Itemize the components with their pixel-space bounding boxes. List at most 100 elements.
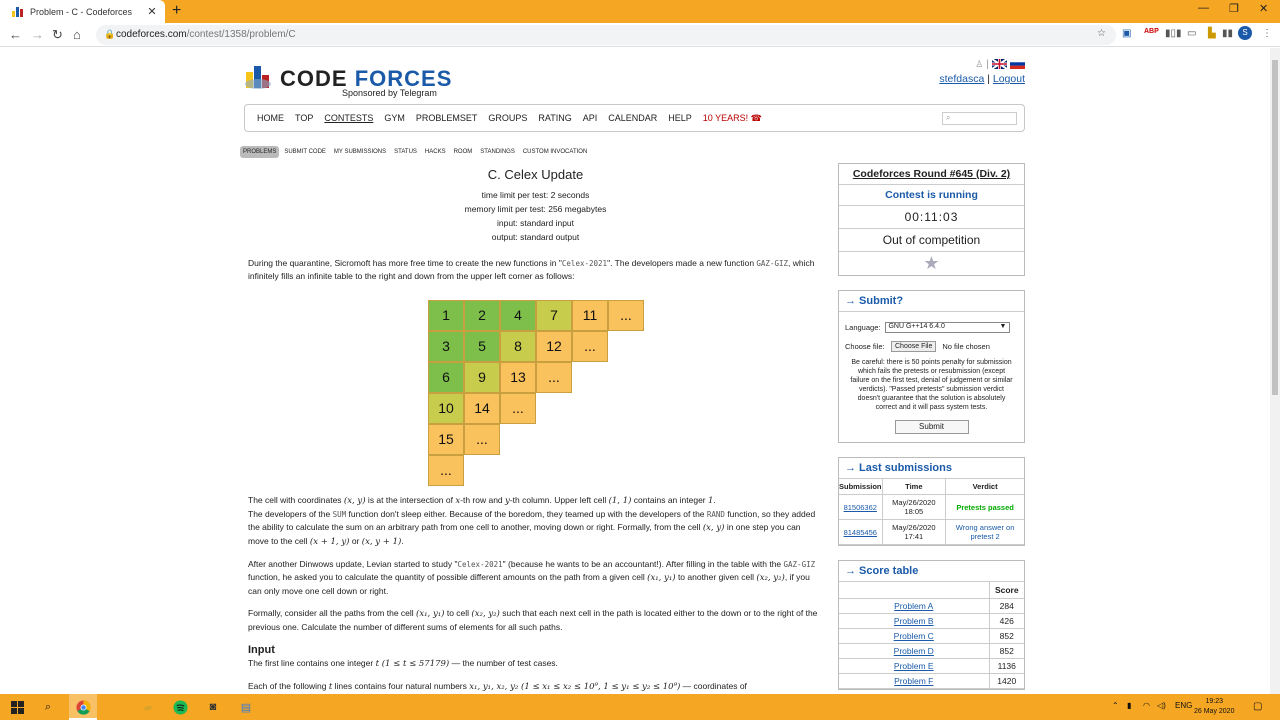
submission-verdict[interactable]: Pretests passed [945,494,1024,520]
menu-help[interactable]: HELP [668,113,692,124]
input-heading: Input [248,644,275,656]
language-select[interactable]: GNU G++14 6.4.0 ▼ [885,322,1011,333]
english-flag-icon[interactable] [991,58,1008,70]
reload-icon[interactable]: ↻ [52,27,63,43]
tray-app-icon[interactable]: ▮ [1127,701,1131,710]
column-header: Time [882,479,947,495]
table-cell: 7 [536,300,572,331]
score-header: Score [989,582,1024,599]
subnav-problems[interactable]: PROBLEMS [240,146,280,158]
main-menu: HOME TOP CONTESTS GYM PROBLEMSET GROUPS … [244,104,1025,132]
maximize-icon[interactable]: ❐ [1229,2,1239,15]
stats-extension-icon[interactable]: ▮▯▮ [1165,28,1182,39]
adblock-icon[interactable]: ABP [1144,28,1159,35]
home-icon[interactable]: ⌂ [73,27,81,42]
menu-home[interactable]: HOME [257,113,284,124]
input-language[interactable]: ENG [1175,701,1192,710]
subnav-status[interactable]: STATUS [391,146,420,158]
notepad-icon[interactable]: ▤ [238,699,254,715]
url-field[interactable]: 🔒 codeforces.com/contest/1358/problem/C [96,25,1116,45]
subnav-standings[interactable]: STANDINGS [477,146,518,158]
subnav-hacks[interactable]: HACKS [422,146,449,158]
tray-arrow-icon[interactable]: ⌃ [1112,701,1119,710]
problem-link[interactable]: Problem A [839,598,990,614]
table-cell: 13 [500,362,536,393]
subnav-custom-invocation[interactable]: CUSTOM INVOCATION [520,146,590,158]
paragraph-levian: After another Dinwows update, Levian sta… [248,559,816,596]
logout-link[interactable]: Logout [993,73,1025,85]
notification-bell-icon[interactable]: ♙ [975,59,983,70]
contest-timer: 00:11:03 [839,206,1024,229]
spotify-icon[interactable] [172,699,188,715]
app-icon[interactable]: ◙ [205,699,221,715]
submission-id-link[interactable]: 81506362 [839,494,883,520]
last-submissions-table: Submission Time Verdict 81506362 May/26/… [839,479,1024,545]
star-icon[interactable]: ★ [839,252,1024,275]
submission-id-link[interactable]: 81485456 [839,519,883,545]
menu-top[interactable]: TOP [295,113,313,124]
clock-date: 26 May 2020 [1194,708,1235,715]
problem-link[interactable]: Problem D [839,643,990,659]
wifi-icon[interactable]: ◠ [1143,701,1150,710]
problem-link[interactable]: Problem F [839,673,990,689]
volume-icon[interactable]: ◁) [1157,701,1166,710]
bars-extension-icon[interactable]: ▮▮ [1222,28,1233,39]
menu-contests[interactable]: CONTESTS [324,113,373,124]
browser-menu-icon[interactable]: ⋮ [1262,28,1272,39]
clock-time: 19:23 [1205,698,1223,705]
menu-10-years[interactable]: 10 YEARS! ☎ [703,113,762,124]
problem-link[interactable]: Problem B [839,613,990,629]
profile-avatar[interactable]: S [1238,26,1252,40]
logo-code-text: CODE [280,66,348,91]
back-icon[interactable]: ← [9,27,22,42]
page-scrollbar[interactable] [1270,48,1280,694]
table-row: Problem A 284 [839,598,1024,614]
minimize-icon[interactable]: — [1198,2,1209,14]
chrome-icon[interactable] [75,699,91,715]
search-icon[interactable]: ⌕ [40,699,56,715]
problem-link[interactable]: Problem E [839,658,990,674]
new-tab-button[interactable]: + [172,2,181,20]
menu-api[interactable]: API [583,113,598,124]
file-explorer-icon[interactable]: ▰ [140,699,156,715]
codeforces-favicon [12,6,24,17]
menu-problemset[interactable]: PROBLEMSET [416,113,478,124]
cast-icon[interactable]: ▭ [1187,28,1196,39]
username-link[interactable]: stefdasca [939,73,984,85]
windows-start-icon[interactable] [9,699,25,715]
extension-icon[interactable]: ▣ [1122,28,1131,39]
table-cell: ... [428,455,464,486]
table-cell: ... [608,300,644,331]
subnav-my-submissions[interactable]: MY SUBMISSIONS [331,146,389,158]
menu-rating[interactable]: RATING [538,113,571,124]
round-title-link[interactable]: Codeforces Round #645 (Div. 2) [839,164,1024,185]
subnav-submit-code[interactable]: SUBMIT CODE [281,146,329,158]
russian-flag-icon[interactable] [1009,58,1026,69]
submit-button[interactable]: Submit [894,420,969,434]
problem-score: 426 [989,613,1024,629]
browser-tab[interactable]: Problem - C - Codeforces ✕ [0,0,165,23]
tab-close-icon[interactable]: ✕ [145,5,159,18]
window-close-icon[interactable]: ✕ [1259,2,1268,15]
problem-link[interactable]: Problem C [839,628,990,644]
scrollbar-thumb[interactable] [1272,60,1278,395]
forward-icon[interactable]: → [31,27,44,42]
input-line-1: The first line contains one integer t (1… [248,658,558,669]
bookmark-star-icon[interactable]: ☆ [1097,28,1106,39]
input-spec: input: standard input [496,218,575,228]
menu-gym[interactable]: GYM [384,113,405,124]
last-submissions-title: → Last submissions [839,458,1024,479]
submission-verdict[interactable]: Wrong answer on pretest 2 [945,519,1024,545]
subnav-room[interactable]: ROOM [451,146,476,158]
table-cell: 11 [572,300,608,331]
table-row: Problem E 1136 [839,658,1024,674]
address-bar: ← → ↻ ⌂ 🔒 codeforces.com/contest/1358/pr… [0,23,1280,47]
search-input[interactable]: ⌕ [942,112,1017,125]
chart-extension-icon[interactable]: ▙ [1208,28,1216,39]
choose-file-button[interactable]: Choose File [891,341,937,352]
menu-groups[interactable]: GROUPS [488,113,527,124]
notifications-icon[interactable]: ▢ [1253,701,1262,712]
menu-calendar[interactable]: CALENDAR [608,113,657,124]
table-row: Problem B 426 [839,613,1024,629]
system-clock[interactable]: 19:23 26 May 2020 [1194,697,1234,717]
